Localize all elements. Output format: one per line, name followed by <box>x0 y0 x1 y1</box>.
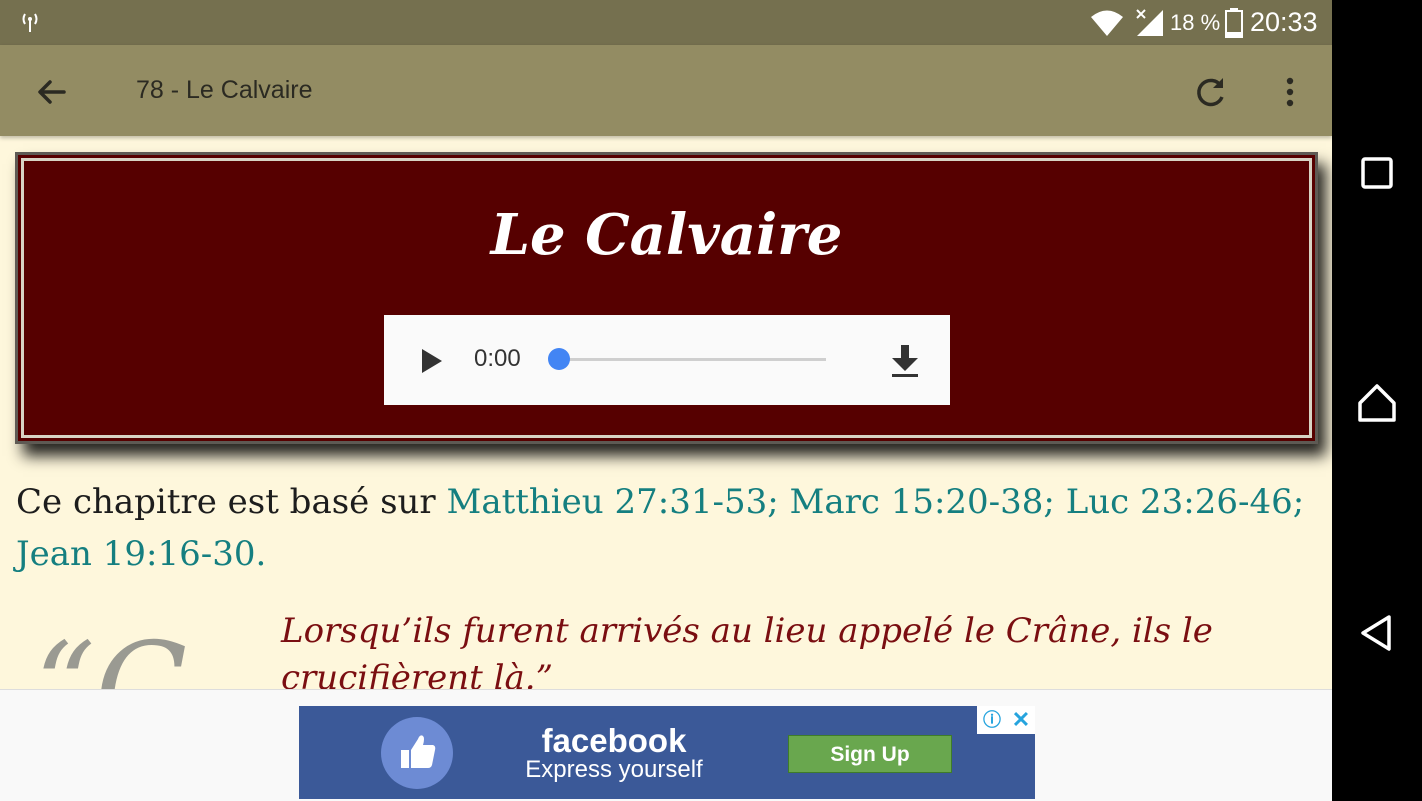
adchoices-icon[interactable]: ⓘ <box>977 706 1007 734</box>
ad-close-icon[interactable]: ✕ <box>1007 706 1035 734</box>
wifi-icon <box>1091 10 1123 36</box>
battery-percentage: 18 % <box>1170 10 1221 35</box>
page-title: 78 - Le Calvaire <box>136 76 313 104</box>
back-triangle-icon[interactable] <box>1355 611 1399 655</box>
chapter-header: Le Calvaire 0:00 <box>15 152 1318 444</box>
intro-text: Ce chapitre est basé sur <box>16 482 436 522</box>
battery-icon <box>1225 8 1243 38</box>
ad-signup-button[interactable]: Sign Up <box>788 735 952 773</box>
intro-paragraph: Ce chapitre est basé sur Matthieu 27:31-… <box>16 476 1316 580</box>
back-arrow-icon[interactable] <box>30 70 74 114</box>
navigation-bar <box>1332 0 1422 800</box>
play-icon[interactable] <box>420 347 444 375</box>
quote-drop-cap: “C <box>34 618 188 690</box>
home-icon[interactable] <box>1355 380 1399 424</box>
antenna-signal-icon <box>22 13 38 32</box>
audio-player: 0:00 <box>384 315 950 405</box>
chapter-content: Le Calvaire 0:00 Ce chapitre est basé su… <box>0 136 1332 689</box>
audio-progress-thumb[interactable] <box>548 348 570 370</box>
chapter-title: Le Calvaire <box>490 202 843 268</box>
recents-square-icon[interactable] <box>1355 151 1399 195</box>
audio-progress-track[interactable] <box>560 358 826 361</box>
download-icon[interactable] <box>889 343 921 379</box>
app-bar: 78 - Le Calvaire <box>0 45 1332 136</box>
status-clock: 20:33 <box>1250 7 1318 37</box>
ad-area: facebook Express yourself Sign Up ⓘ ✕ <box>0 689 1332 801</box>
cellular-no-data-icon <box>1136 9 1163 36</box>
ad-banner[interactable]: facebook Express yourself Sign Up ⓘ ✕ <box>299 706 1035 799</box>
more-vert-icon[interactable] <box>1268 70 1312 114</box>
chapter-quote: Lorsqu’ils furent arrivés au lieu appelé… <box>281 611 1213 689</box>
audio-time: 0:00 <box>474 345 521 372</box>
status-bar: 18 % 20:33 <box>0 0 1332 45</box>
refresh-icon[interactable] <box>1188 70 1232 114</box>
